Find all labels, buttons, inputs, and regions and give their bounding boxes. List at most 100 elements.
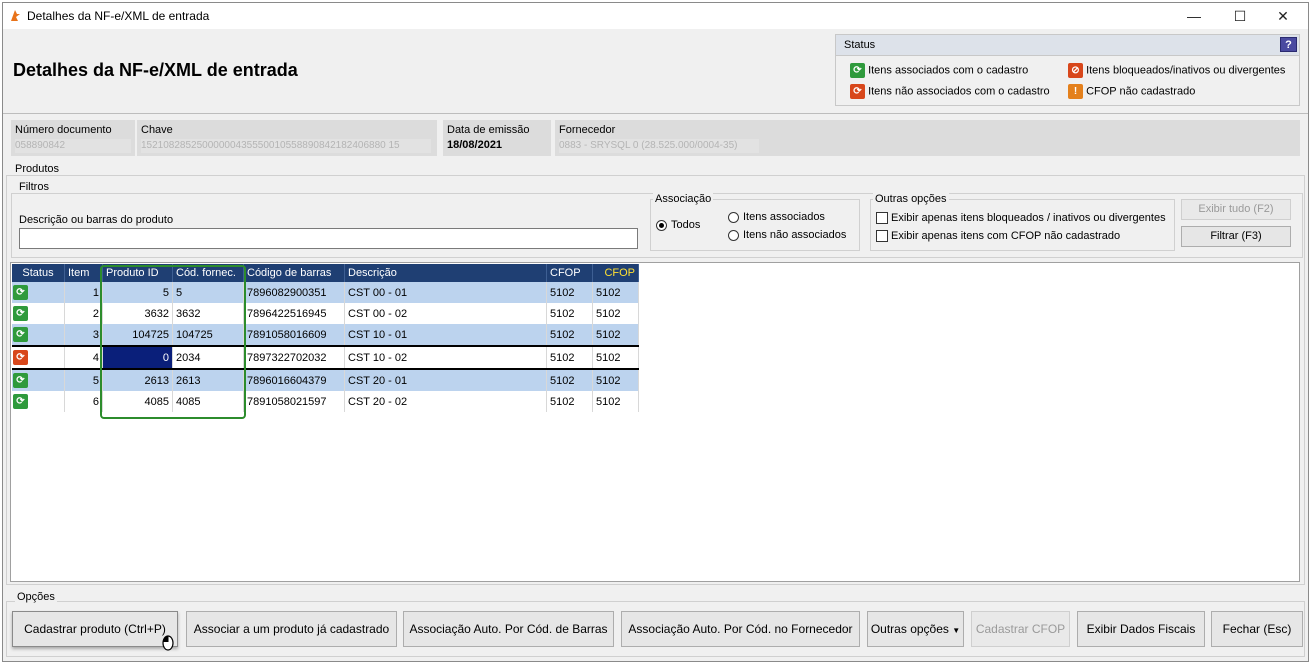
cell-item[interactable]: 6 [64, 391, 103, 412]
close-button[interactable]: ✕ [1260, 3, 1306, 29]
legend-item-not-associated: ⟳ Itens não associados com o cadastro [850, 84, 1050, 99]
outras-opcoes-button[interactable]: Outras opções ▼ [867, 611, 964, 647]
cell-descricao[interactable]: CST 20 - 02 [344, 391, 547, 412]
outras-opcoes-label: Outras opções [870, 622, 949, 636]
cell-item[interactable]: 1 [64, 282, 103, 303]
col-codigo-barras[interactable]: Código de barras [243, 264, 345, 282]
data-emissao-label: Data de emissão [447, 124, 530, 136]
minimize-button[interactable]: — [1171, 3, 1217, 29]
cell-descricao[interactable]: CST 10 - 02 [344, 345, 547, 370]
col-cfop-1[interactable]: CFOP [546, 264, 593, 282]
radio-todos[interactable] [656, 220, 667, 231]
cell-cfop-1[interactable]: 5102 [546, 345, 593, 370]
associacao-auto-fornecedor-button[interactable]: Associação Auto. Por Cód. no Fornecedor [621, 611, 860, 647]
exibir-tudo-button[interactable]: Exibir tudo (F2) [1181, 199, 1291, 220]
col-item[interactable]: Item [64, 264, 103, 282]
fechar-button[interactable]: Fechar (Esc) [1211, 611, 1303, 647]
cadastrar-produto-button[interactable]: Cadastrar produto (Ctrl+P) [12, 611, 178, 647]
cell-cfop-2[interactable]: 5102 [592, 282, 639, 303]
cell-codigo-barras[interactable]: 7897322702032 [243, 345, 345, 370]
cell-codigo-barras[interactable]: 7896082900351 [243, 282, 345, 303]
cell-cfop-1[interactable]: 5102 [546, 369, 593, 391]
search-input[interactable] [19, 228, 638, 249]
status-legend: Status ? ⟳ Itens associados com o cadast… [835, 34, 1300, 106]
cell-codigo-barras[interactable]: 7896016604379 [243, 369, 345, 391]
cell-status[interactable]: ⟳ [12, 369, 65, 391]
cell-item[interactable]: 5 [64, 369, 103, 391]
fornecedor-label: Fornecedor [559, 124, 616, 136]
associacao-auto-barras-button[interactable]: Associação Auto. Por Cód. de Barras [403, 611, 614, 647]
green-sync-icon: ⟳ [13, 285, 28, 300]
radio-nao-associados[interactable] [728, 230, 739, 241]
title-bar: Detalhes da NF-e/XML de entrada — ☐ ✕ [3, 3, 1308, 29]
main-window: Detalhes da NF-e/XML de entrada — ☐ ✕ De… [2, 2, 1309, 662]
cell-cfop-2[interactable]: 5102 [592, 324, 639, 346]
cell-descricao[interactable]: CST 00 - 01 [344, 282, 547, 303]
red-sync-icon: ⟳ [13, 350, 28, 365]
cell-descricao[interactable]: CST 20 - 01 [344, 369, 547, 391]
numero-documento-value: 058890842 [15, 139, 131, 153]
green-sync-icon: ⟳ [13, 327, 28, 342]
chk-cfop[interactable] [876, 230, 888, 242]
fornecedor-value: 0883 - SRYSQL 0 (28.525.000/0004-35) [559, 139, 759, 153]
cell-cfop-1[interactable]: 5102 [546, 324, 593, 346]
col-descricao[interactable]: Descrição [344, 264, 547, 282]
cell-cfop-1[interactable]: 5102 [546, 303, 593, 324]
produtos-group-label: Produtos [13, 163, 62, 175]
cell-codigo-barras[interactable]: 7891058016609 [243, 324, 345, 346]
cell-item[interactable]: 4 [64, 345, 103, 370]
cell-codigo-barras[interactable]: 7891058021597 [243, 391, 345, 412]
cell-status[interactable]: ⟳ [12, 345, 65, 370]
chave-label: Chave [141, 124, 173, 136]
cell-cfop-1[interactable]: 5102 [546, 391, 593, 412]
col-status[interactable]: Status [12, 264, 65, 282]
data-emissao-value: 18/08/2021 [447, 139, 503, 151]
legend-label: Itens associados com o cadastro [868, 64, 1029, 77]
cell-status[interactable]: ⟳ [12, 391, 65, 412]
cell-cfop-1[interactable]: 5102 [546, 282, 593, 303]
chave-value: 1521082852500000043555001055889084218240… [141, 139, 431, 153]
cell-cfop-2[interactable]: 5102 [592, 303, 639, 324]
cell-descricao[interactable]: CST 10 - 01 [344, 324, 547, 346]
filtrar-button[interactable]: Filtrar (F3) [1181, 226, 1291, 247]
cell-item[interactable]: 3 [64, 324, 103, 346]
green-sync-icon: ⟳ [13, 394, 28, 409]
cell-status[interactable]: ⟳ [12, 303, 65, 324]
opcoes-group-label: Opções [15, 591, 57, 603]
data-emissao-field: Data de emissão 18/08/2021 [443, 120, 551, 156]
cell-item[interactable]: 2 [64, 303, 103, 324]
window-title: Detalhes da NF-e/XML de entrada [27, 9, 210, 23]
legend-item-associated: ⟳ Itens associados com o cadastro [850, 63, 1028, 78]
mouse-cursor-icon [161, 633, 175, 654]
associar-produto-button[interactable]: Associar a um produto já cadastrado [186, 611, 397, 647]
cell-cfop-2[interactable]: 5102 [592, 369, 639, 391]
cell-codigo-barras[interactable]: 7896422516945 [243, 303, 345, 324]
blocked-icon: ⊘ [1068, 63, 1083, 78]
outras-opcoes-group-label: Outras opções [873, 193, 949, 205]
help-icon[interactable]: ? [1280, 37, 1297, 52]
cell-cfop-2[interactable]: 5102 [592, 391, 639, 412]
page-title: Detalhes da NF-e/XML de entrada [13, 60, 298, 80]
legend-item-cfop: ! CFOP não cadastrado [1068, 84, 1195, 99]
radio-todos-label: Todos [671, 219, 701, 231]
col-cfop-2[interactable]: CFOP [592, 264, 639, 282]
status-legend-header: Status ? [836, 35, 1299, 56]
numero-documento-label: Número documento [15, 124, 112, 136]
maximize-button[interactable]: ☐ [1217, 3, 1263, 29]
radio-associados[interactable] [728, 212, 739, 223]
chk-bloqueados[interactable] [876, 212, 888, 224]
search-label: Descrição ou barras do produto [19, 214, 174, 226]
filtros-group-label: Filtros [17, 181, 51, 193]
warning-icon: ! [1068, 84, 1083, 99]
exibir-dados-fiscais-button[interactable]: Exibir Dados Fiscais [1077, 611, 1205, 647]
legend-item-blocked: ⊘ Itens bloqueados/inativos ou divergent… [1068, 63, 1285, 78]
radio-nao-associados-label: Itens não associados [743, 229, 847, 241]
cell-status[interactable]: ⟳ [12, 282, 65, 303]
chk-bloqueados-label: Exibir apenas itens bloqueados / inativo… [891, 212, 1166, 224]
chave-field: Chave 1521082852500000043555001055889084… [137, 120, 437, 156]
cadastrar-cfop-button[interactable]: Cadastrar CFOP [971, 611, 1070, 647]
cell-cfop-2[interactable]: 5102 [592, 345, 639, 370]
cell-descricao[interactable]: CST 00 - 02 [344, 303, 547, 324]
cell-status[interactable]: ⟳ [12, 324, 65, 346]
legend-label: Itens bloqueados/inativos ou divergentes [1086, 64, 1286, 77]
